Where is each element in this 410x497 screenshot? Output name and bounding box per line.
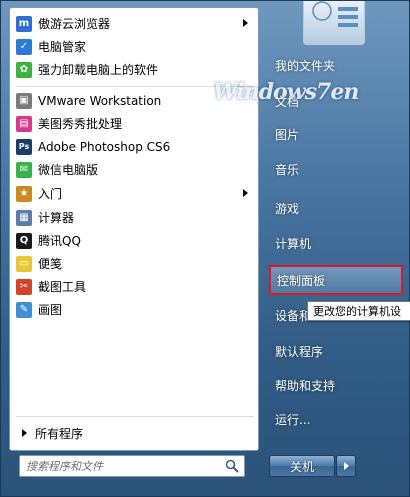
all-programs-label: 所有程序 xyxy=(35,426,84,441)
program-label: 入门 xyxy=(38,187,63,201)
right-item-help-support[interactable]: 帮助和支持 xyxy=(269,373,403,397)
program-item-paint[interactable]: ✎ 画图 xyxy=(14,298,256,321)
program-item-maxthon[interactable]: m 傲游云浏览器 xyxy=(14,12,256,35)
shutdown-options-button[interactable] xyxy=(336,455,356,477)
paint-icon: ✎ xyxy=(16,301,32,318)
image-batch-icon: ▤ xyxy=(16,115,32,132)
getting-started-icon: ★ xyxy=(16,185,32,202)
program-item-snipping-tool[interactable]: ✂ 截图工具 xyxy=(14,275,256,298)
right-item-control-panel[interactable]: 控制面板 xyxy=(269,265,403,295)
program-label: 强力卸载电脑上的软件 xyxy=(38,63,159,77)
shield-icon: ✓ xyxy=(16,38,32,55)
programs-pane: m 傲游云浏览器 ✓ 电脑管家 ✿ 强力卸载电脑上的软件 ▣ VMware Wo… xyxy=(9,7,259,451)
right-item-label: 默认程序 xyxy=(275,344,324,359)
right-item-label: 图片 xyxy=(275,127,300,142)
program-label: 截图工具 xyxy=(38,280,87,294)
program-label: VMware Workstation xyxy=(38,93,162,108)
program-label: 画图 xyxy=(38,303,63,317)
program-label: 微信电脑版 xyxy=(38,163,99,177)
right-item-label: 控制面板 xyxy=(277,273,326,288)
all-programs-separator xyxy=(16,416,254,417)
qq-penguin-icon: Q xyxy=(16,232,32,249)
right-item-default-programs[interactable]: 默认程序 xyxy=(269,339,403,363)
shutdown-button[interactable]: 关机 xyxy=(269,455,335,477)
program-item-meitu-batch[interactable]: ▤ 美图秀秀批处理 xyxy=(14,112,256,135)
photoshop-icon: Ps xyxy=(16,138,32,155)
right-item-label: 设备和 xyxy=(275,308,312,323)
wechat-icon: ✉ xyxy=(16,161,32,178)
flower-icon: ✿ xyxy=(16,61,32,78)
program-label: 腾讯QQ xyxy=(38,234,81,248)
program-item-pc-manager[interactable]: ✓ 电脑管家 xyxy=(14,35,256,58)
snipping-tool-icon: ✂ xyxy=(16,278,32,295)
right-item-run[interactable]: 运行... xyxy=(269,407,403,431)
sticky-notes-icon: ▭ xyxy=(16,255,32,272)
search-icon[interactable] xyxy=(225,459,239,473)
control-panel-tooltip: 更改您的计算机设 xyxy=(307,301,410,321)
start-menu: m 傲游云浏览器 ✓ 电脑管家 ✿ 强力卸载电脑上的软件 ▣ VMware Wo… xyxy=(0,0,410,497)
right-item-label: 运行... xyxy=(275,412,311,427)
all-programs-button[interactable]: 所有程序 xyxy=(20,422,256,444)
program-item-uninstaller[interactable]: ✿ 强力卸载电脑上的软件 xyxy=(14,58,256,81)
right-item-label: 我的文件夹 xyxy=(275,58,336,73)
search-box xyxy=(19,455,245,477)
right-item-music[interactable]: 音乐 xyxy=(269,157,403,181)
expand-arrow-icon xyxy=(22,429,27,437)
program-label: 计算器 xyxy=(38,211,75,225)
program-item-sticky-notes[interactable]: ▭ 便笺 xyxy=(14,252,256,275)
right-item-label: 游戏 xyxy=(275,201,300,216)
user-picture[interactable] xyxy=(303,1,365,45)
program-item-qq[interactable]: Q 腾讯QQ xyxy=(14,229,256,252)
program-item-calculator[interactable]: ▦ 计算器 xyxy=(14,206,256,229)
right-item-label: 音乐 xyxy=(275,162,300,177)
vmware-icon: ▣ xyxy=(16,92,32,109)
search-input[interactable] xyxy=(20,456,220,476)
program-label: Adobe Photoshop CS6 xyxy=(38,139,171,154)
right-item-games[interactable]: 游戏 xyxy=(269,196,403,220)
program-label: 傲游云浏览器 xyxy=(38,17,111,31)
calculator-icon: ▦ xyxy=(16,209,32,226)
right-item-documents[interactable]: 文档 xyxy=(269,89,403,113)
maxthon-icon: m xyxy=(16,15,32,32)
program-label: 电脑管家 xyxy=(38,40,87,54)
right-item-pictures[interactable]: 图片 xyxy=(269,122,403,146)
chevron-right-icon xyxy=(344,462,349,470)
program-item-wechat[interactable]: ✉ 微信电脑版 xyxy=(14,158,256,181)
right-item-label: 计算机 xyxy=(275,236,312,251)
program-label: 便笺 xyxy=(38,257,63,271)
user-avatar-icon xyxy=(312,1,358,27)
submenu-arrow-icon xyxy=(243,19,248,27)
submenu-arrow-icon xyxy=(243,189,248,197)
right-item-label: 帮助和支持 xyxy=(275,378,336,393)
program-label: 美图秀秀批处理 xyxy=(38,117,123,131)
right-item-computer[interactable]: 计算机 xyxy=(269,231,403,255)
right-item-my-folder[interactable]: 我的文件夹 xyxy=(269,53,403,77)
program-item-getting-started[interactable]: ★ 入门 xyxy=(14,182,256,205)
right-item-label: 文档 xyxy=(275,94,300,109)
program-item-photoshop[interactable]: Ps Adobe Photoshop CS6 xyxy=(14,135,256,158)
